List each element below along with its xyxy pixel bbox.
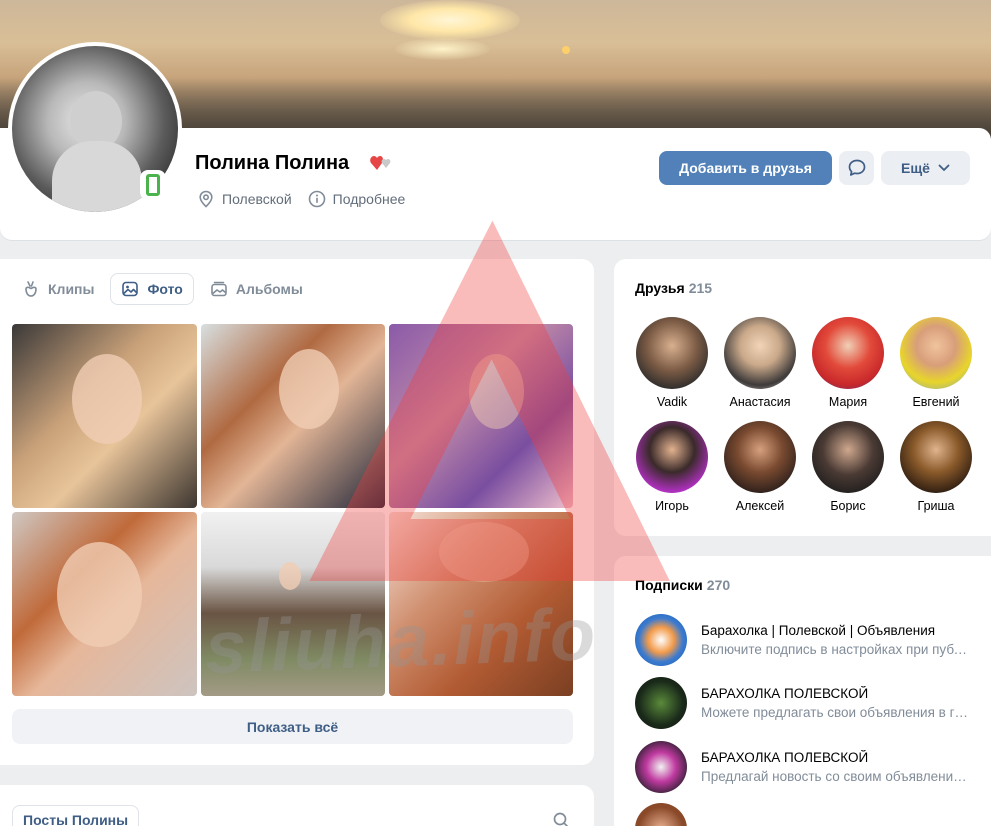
friends-header[interactable]: Друзья 215 [635,280,712,296]
tab-albums-label: Альбомы [235,281,303,297]
friends-count: 215 [688,280,713,296]
more-label: Ещё [901,160,930,176]
media-card: Клипы Фото Альбомы Показать всё [0,259,594,765]
friend-name: Анастасия [729,395,791,409]
photo-thumbnail[interactable] [12,324,197,508]
avatar [636,317,708,389]
photo-thumbnail[interactable] [12,512,197,696]
subscription-item[interactable]: БАРАХОЛКА ПОЛЕВСКОЙ Предлагай новость со … [635,740,975,794]
tab-posts[interactable]: Посты Полины [12,805,140,826]
avatar [724,421,796,493]
photo-thumbnail[interactable] [201,324,385,508]
friend-name: Борис [830,499,866,513]
online-mobile-icon [140,170,166,200]
subscriptions-count: 270 [706,577,731,593]
posts-card: Посты Полины [0,785,594,826]
location-label: Полевской [222,191,292,207]
profile-name: Полина Полина [195,152,350,174]
friends-card: Друзья 215 Vadik Анастасия Мария Евгений … [614,259,991,536]
cover-sun-reflection [395,38,490,60]
avatar [900,421,972,493]
subscription-title: Барахолка | Полевской | Объявления [701,623,936,638]
photo-thumbnail[interactable] [389,512,573,696]
details-link[interactable]: Подробнее [308,190,406,208]
avatar [812,317,884,389]
tab-photos-label: Фото [147,281,183,297]
friend-item[interactable]: Алексей [716,421,804,513]
subscription-title: БАРАХОЛКА ПОЛЕВСКОЙ [701,686,869,701]
avatar-shirt [52,141,142,212]
details-label: Подробнее [332,191,406,207]
photo-grid [12,324,573,697]
avatar [635,677,687,729]
info-icon [308,190,325,208]
friend-name: Гриша [917,499,955,513]
friends-title: Друзья [635,280,685,296]
friend-item[interactable]: Евгений [892,317,980,409]
subscription-desc: Предлагай новость со своим объявлением [701,769,969,784]
message-icon [848,159,865,176]
subscription-desc: Включите подпись в настройках при публик… [701,642,969,657]
tab-clips[interactable]: Клипы [12,273,104,305]
heart-emoji-icon [370,154,394,172]
friend-item[interactable]: Мария [804,317,892,409]
clips-icon [25,281,37,297]
friend-item[interactable]: Гриша [892,421,980,513]
message-button[interactable] [839,151,874,185]
chevron-down-icon [938,164,950,171]
avatar [635,803,687,826]
friend-item[interactable]: Игорь [628,421,716,513]
photo-icon [122,281,139,297]
location-item: Полевской [197,190,292,208]
friend-name: Алексей [735,499,785,513]
tab-photos[interactable]: Фото [110,273,194,305]
friends-grid: Vadik Анастасия Мария Евгений Игорь Алек… [628,317,980,513]
show-all-button[interactable]: Показать всё [12,709,573,744]
subscriptions-header[interactable]: Подписки 270 [635,577,730,593]
search-icon[interactable] [552,811,570,826]
profile-meta: Полевской Подробнее [197,190,413,208]
friend-name: Евгений [912,395,960,409]
tab-clips-label: Клипы [48,281,95,297]
subscription-item[interactable]: БАРАХОЛКА ПОЛЕВСКОЙ Можете предлагать сво… [635,676,975,730]
albums-icon [211,281,227,297]
friend-item[interactable]: Борис [804,421,892,513]
subscription-title: БАРАХОЛКА ПОЛЕВСКОЙ [701,750,869,765]
avatar [635,741,687,793]
tab-albums[interactable]: Альбомы [200,273,313,305]
subscription-item[interactable]: Барахолка | Полевской | Объявления Включи… [635,613,975,667]
avatar [636,421,708,493]
avatar [900,317,972,389]
add-friend-button[interactable]: Добавить в друзья [659,151,832,185]
more-button[interactable]: Ещё [881,151,970,185]
subscription-desc: Можете предлагать свои объявления в груп… [701,705,969,720]
media-tabs: Клипы Фото Альбомы [12,273,313,305]
location-pin-icon [199,190,213,208]
avatar [812,421,884,493]
subscriptions-card: Подписки 270 Барахолка | Полевской | Объя… [614,556,991,826]
friend-item[interactable]: Анастасия [716,317,804,409]
friend-item[interactable]: Vadik [628,317,716,409]
photo-thumbnail[interactable] [201,512,385,696]
cover-light-dot [562,46,570,54]
friend-name: Мария [828,395,868,409]
friend-name: Vadik [656,395,688,409]
cover-sun [380,0,520,40]
avatar [635,614,687,666]
avatar [724,317,796,389]
photo-thumbnail[interactable] [389,324,573,508]
friend-name: Игорь [655,499,689,513]
subscriptions-title: Подписки [635,577,703,593]
subscription-item[interactable] [635,802,975,826]
